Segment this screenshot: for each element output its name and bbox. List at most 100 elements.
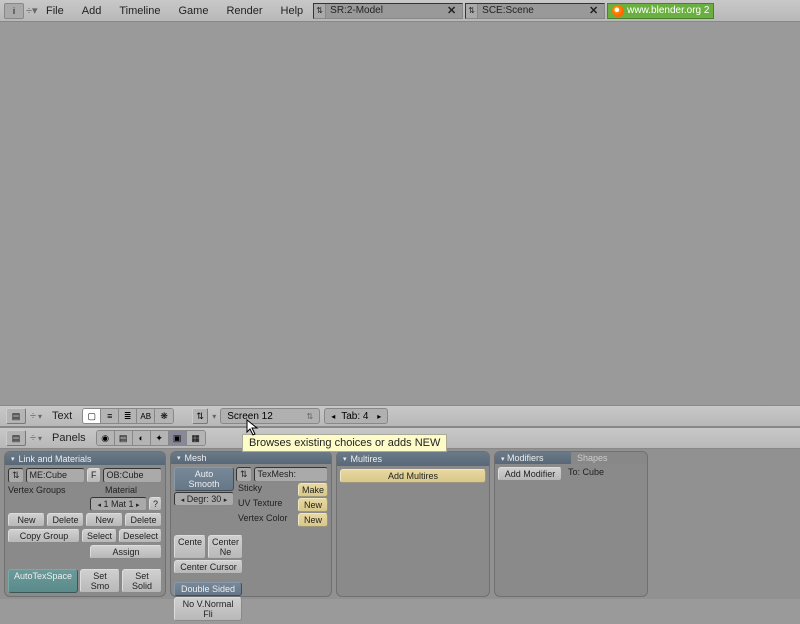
menu-game[interactable]: Game [170,5,216,17]
panel-tabs: ▾ Modifiers Shapes [495,452,647,464]
script-icon[interactable]: ▤ [115,431,133,445]
window-type-icon[interactable]: ▤ [6,408,26,424]
menu-render[interactable]: Render [218,5,270,17]
panel-title: Mesh [185,453,207,463]
menu-dropdown-icon[interactable]: ÷ [30,410,34,422]
menu-dropdown-icon[interactable]: ÷ [26,5,30,17]
triangle-down-icon: ▾ [501,456,505,463]
ob-field[interactable]: OB:Cube [103,468,162,483]
mat-new-button[interactable]: New [86,513,123,527]
modifier-to-label: To: Cube [564,467,644,481]
blender-link[interactable]: www.blender.org 2 [607,3,714,19]
menu-add[interactable]: Add [74,5,110,17]
context-buttons: ◉ ▤ ◐ ✦ ▣ ▦ [96,430,206,446]
mat-assign-button[interactable]: Assign [90,545,162,559]
panel-header[interactable]: ▾ Mesh [171,452,331,464]
menu-dropdown-icon[interactable]: ÷ [30,432,34,444]
buttons-panels-area: ▾ Link and Materials ⇅ ME:Cube F OB:Cube… [0,449,800,599]
menu-file[interactable]: File [38,5,72,17]
panel-title: Link and Materials [19,454,92,464]
window-type-icon[interactable]: i [4,3,24,19]
mat-delete-button[interactable]: Delete [125,513,162,527]
texmesh-browse-icon[interactable]: ⇅ [236,467,252,482]
chevron-down-icon[interactable]: ▾ [38,412,42,421]
double-sided-button[interactable]: Double Sided [174,582,242,596]
auto-smooth-button[interactable]: Auto Smooth [174,467,234,491]
screen-layout-field[interactable]: ⇅ SR:2-Model ✕ [313,3,463,19]
shading-icon[interactable]: ◐ [133,431,151,445]
center-button[interactable]: Cente [174,535,206,559]
mat-deselect-button[interactable]: Deselect [119,529,162,543]
set-smooth-button[interactable]: Set Smo [80,569,120,593]
no-vnormal-button[interactable]: No V.Normal Fli [174,597,242,621]
text-header: ▤ ÷ ▾ Text ▢ ≡ ≣ AB ❋ ⇅ ▾ Screen 12 ⇅ ◂ … [0,405,800,427]
panel-multires: ▾ Multires Add Multires [336,451,490,597]
dropdown-caret-icon[interactable]: ⇅ [466,4,478,18]
f-button[interactable]: F [87,468,101,483]
tab-field[interactable]: ◂ Tab: 4 ▸ [324,408,388,424]
screen-layout-value: SR:2-Model [330,5,383,16]
panels-label: Panels [46,432,92,444]
editing-icon[interactable]: ▣ [169,431,187,445]
datablock-browse-icon[interactable]: ⇅ [192,408,208,424]
panel-header[interactable]: ▾ Multires [337,452,489,466]
center-new-button[interactable]: Center Ne [208,535,243,559]
vcol-new-button[interactable]: New [298,513,328,527]
tab-modifiers[interactable]: ▾ Modifiers [495,452,571,464]
scene-value: SCE:Scene [482,5,534,16]
triangle-down-icon: ▾ [177,454,181,462]
panel-link-materials: ▾ Link and Materials ⇅ ME:Cube F OB:Cube… [4,451,166,597]
triangle-down-icon: ▾ [11,455,15,463]
chevron-down-icon[interactable]: ▾ [32,4,36,17]
panel-title: Multires [351,454,383,464]
triangle-down-icon: ▾ [343,455,347,463]
me-browse-icon[interactable]: ⇅ [8,468,24,483]
dropdown-caret-icon[interactable]: ⇅ [314,4,326,18]
mat-select-button[interactable]: Select [82,529,117,543]
add-multires-button[interactable]: Add Multires [340,469,486,483]
mat-help-button[interactable]: ? [149,497,162,511]
scene-icon[interactable]: ▦ [187,431,205,445]
syntax-icon[interactable]: ≣ [119,409,137,423]
tooltip: Browses existing choices or adds NEW [242,434,447,452]
add-modifier-button[interactable]: Add Modifier [498,467,562,481]
window-type-icon[interactable]: ▤ [6,430,26,446]
panel-header[interactable]: ▾ Link and Materials [5,452,165,465]
chevron-down-icon[interactable]: ▾ [38,434,42,443]
object-icon[interactable]: ✦ [151,431,169,445]
uvtex-new-button[interactable]: New [298,498,328,512]
copy-group-button[interactable]: Copy Group [8,529,80,543]
material-index-field[interactable]: ◂ 1 Mat 1 ▸ [90,497,147,511]
screen-select[interactable]: Screen 12 ⇅ [220,408,320,424]
tab-value: Tab: 4 [341,411,368,422]
viewport-area[interactable] [0,22,800,405]
close-icon[interactable]: ✕ [587,4,600,17]
logic-icon[interactable]: ◉ [97,431,115,445]
vcol-label: Vertex Color [236,513,296,527]
degr-field[interactable]: ◂ Degr: 30 ▸ [174,492,234,506]
lines-icon[interactable]: ≡ [101,409,119,423]
uvtex-label: UV Texture [236,498,296,512]
ab-icon[interactable]: AB [137,409,155,423]
me-field[interactable]: ME:Cube [26,468,85,483]
tooltip-text: Browses existing choices or adds NEW [249,437,440,449]
info-header: i ÷ ▾ File Add Timeline Game Render Help… [0,0,800,22]
scene-field[interactable]: ⇅ SCE:Scene ✕ [465,3,605,19]
menu-help[interactable]: Help [273,5,312,17]
menu-timeline[interactable]: Timeline [111,5,168,17]
blender-link-text: www.blender.org 2 [627,5,709,16]
center-cursor-button[interactable]: Center Cursor [174,560,243,574]
autotexspace-button[interactable]: AutoTexSpace [8,569,78,593]
screen-toggle-icon[interactable]: ▢ [83,409,101,423]
vgroup-delete-button[interactable]: Delete [47,513,84,527]
updown-icon: ⇅ [307,412,314,421]
texmesh-field[interactable]: TexMesh: [254,467,328,482]
plugin-icon[interactable]: ❋ [155,409,173,423]
vgroup-new-button[interactable]: New [8,513,45,527]
tab-shapes[interactable]: Shapes [571,452,647,464]
sticky-make-button[interactable]: Make [298,483,328,497]
close-icon[interactable]: ✕ [445,4,458,17]
set-solid-button[interactable]: Set Solid [122,569,162,593]
panel-modifiers: ▾ Modifiers Shapes Add Modifier To: Cube [494,451,648,597]
chevron-down-icon[interactable]: ▾ [212,412,216,421]
